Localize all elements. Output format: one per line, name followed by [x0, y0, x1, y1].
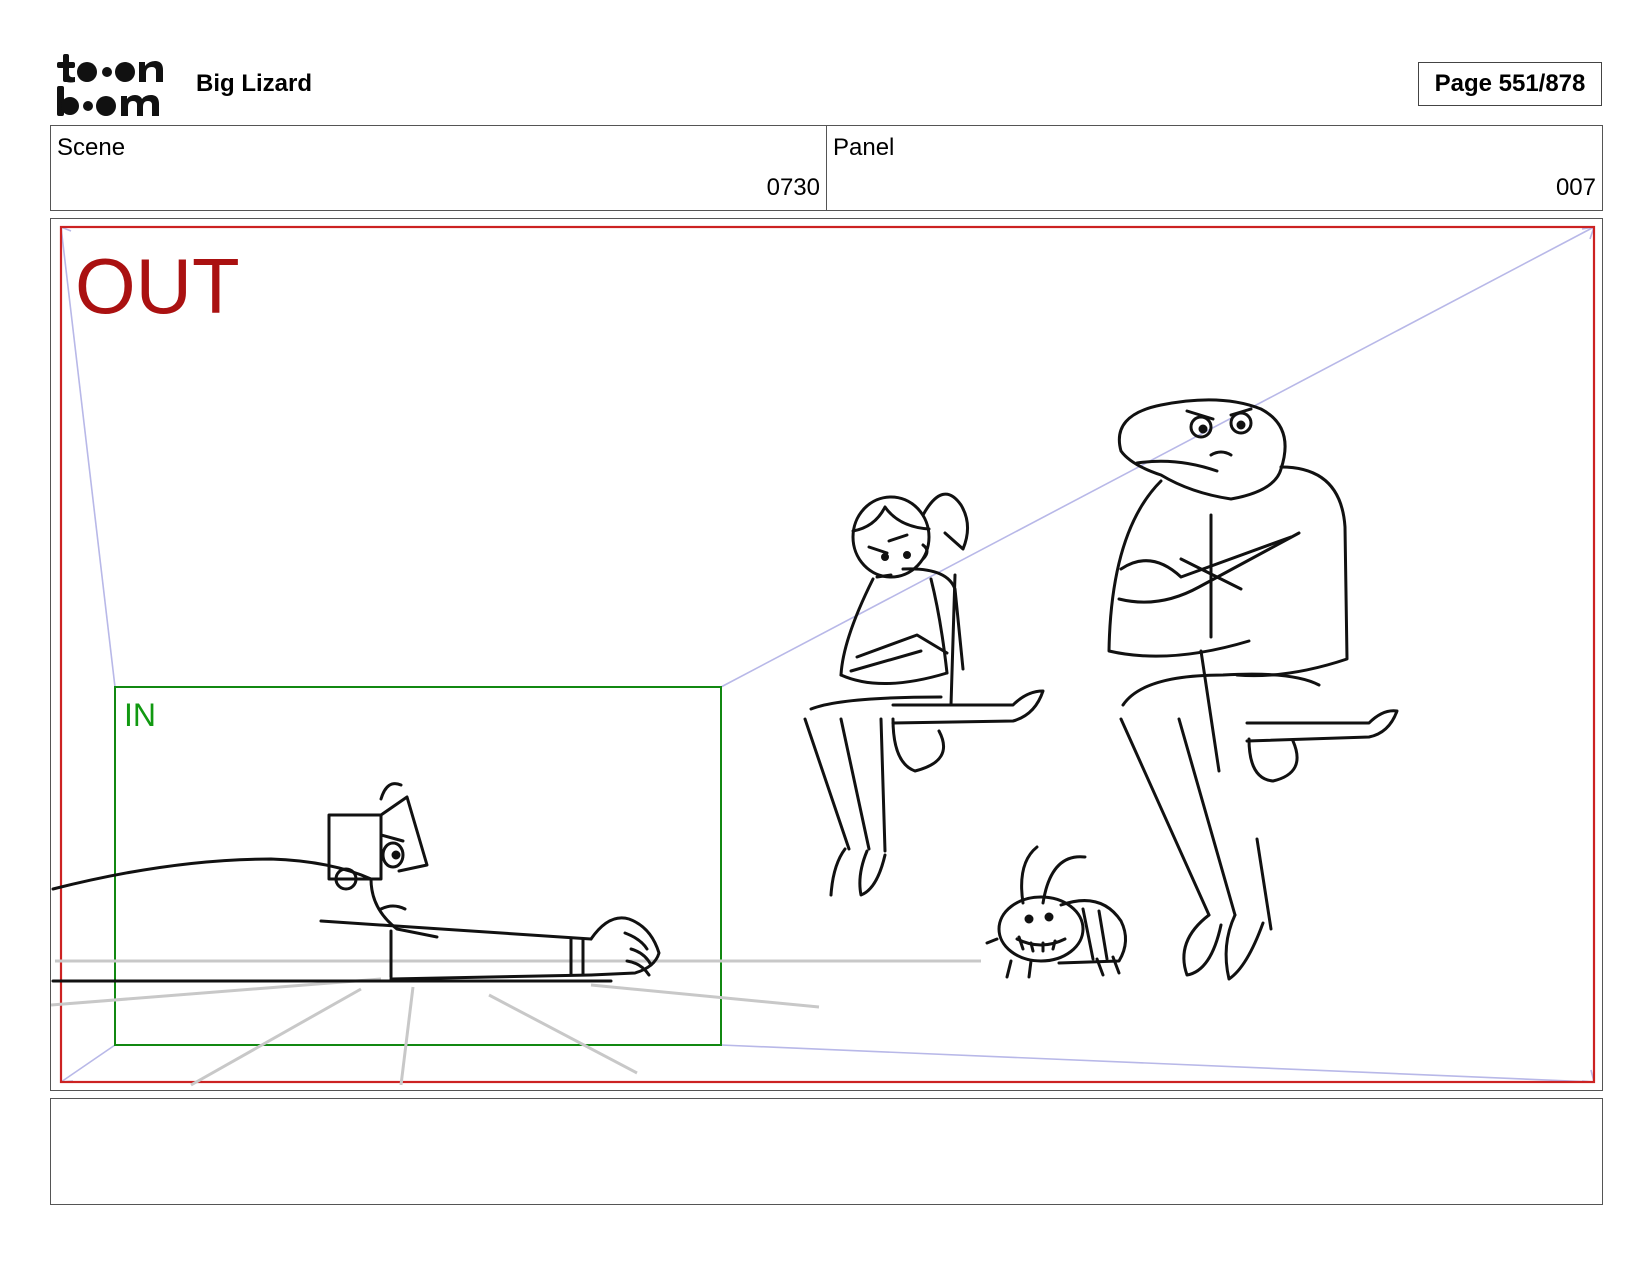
scene-panel-info: Scene 0730 Panel 007	[50, 125, 1603, 211]
panel-number: 007	[1555, 174, 1596, 201]
panel-cell: Panel 007	[826, 126, 1602, 210]
page-indicator: Page 551/878	[1418, 62, 1602, 106]
in-frame-label: IN	[124, 697, 156, 733]
scene-number: 0730	[766, 174, 820, 201]
camera-move-lines	[60, 225, 1596, 1083]
storyboard-drawing	[51, 225, 1596, 1087]
panel-label: Panel	[833, 134, 895, 161]
out-frame-label: OUT	[75, 242, 240, 330]
panel-notes-box	[50, 1098, 1603, 1205]
man-lying-figure	[51, 782, 661, 983]
toon-boom-logo-icon	[55, 52, 171, 118]
girl-sitting-figure	[803, 492, 1045, 897]
scene-cell: Scene 0730	[51, 126, 826, 210]
scene-label: Scene	[57, 134, 126, 161]
storyboard-panel-image: OUT IN	[50, 218, 1603, 1091]
lizard-sitting-figure	[1107, 398, 1399, 981]
out-frame	[59, 225, 1596, 1084]
bug-creature	[985, 845, 1127, 979]
project-title: Big Lizard	[196, 70, 313, 97]
